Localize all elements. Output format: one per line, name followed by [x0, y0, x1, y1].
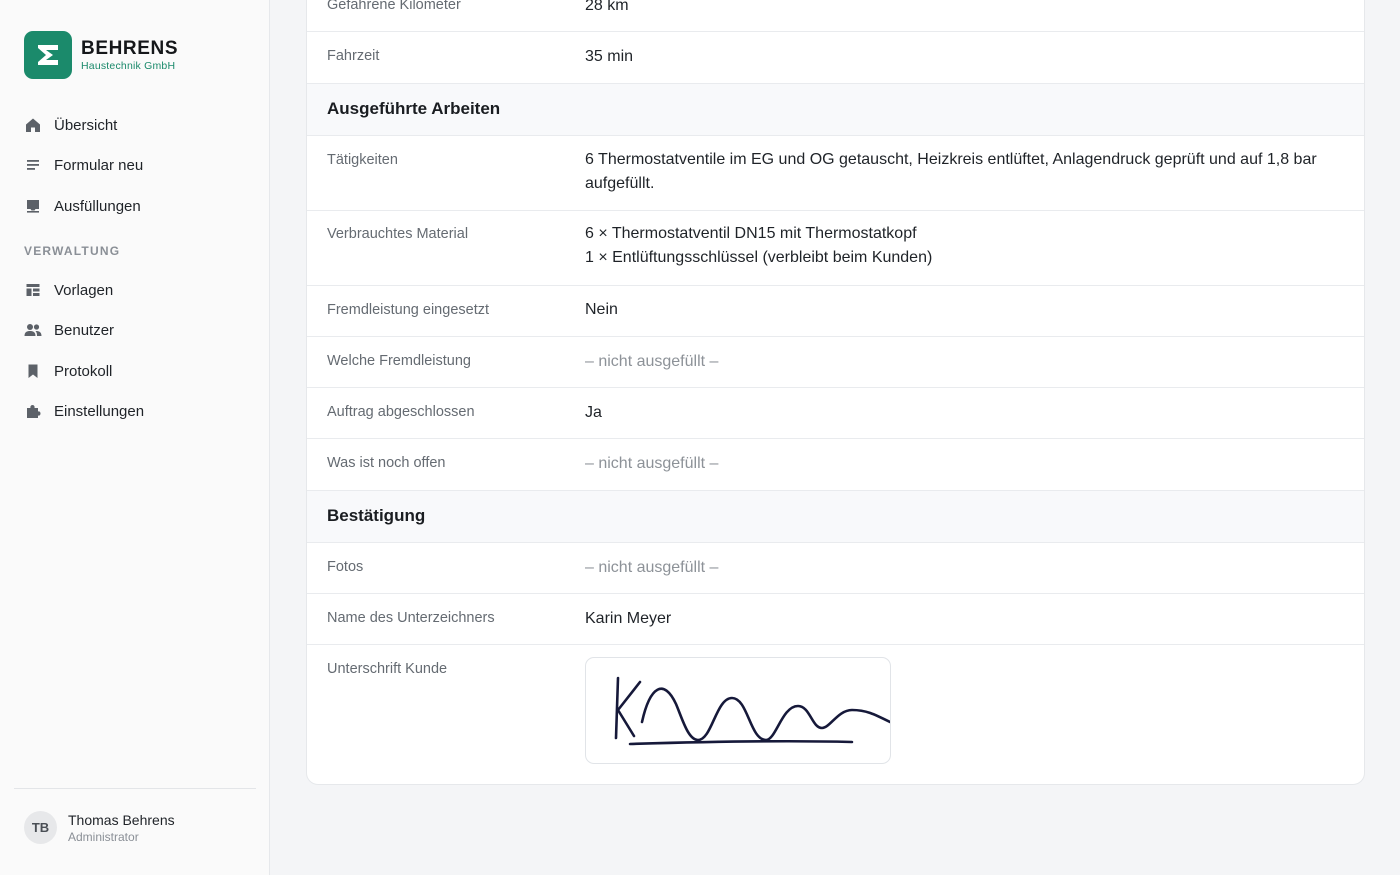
- field-label: Gefahrene Kilometer: [327, 0, 461, 13]
- nav-item-vorlagen[interactable]: Vorlagen: [24, 272, 113, 308]
- detail-row-unterschrift: Unterschrift Kunde: [307, 645, 1364, 784]
- brand-subtitle: Haustechnik GmbH: [81, 59, 176, 72]
- nav-item-label: Protokoll: [54, 362, 113, 380]
- field-label: Name des Unterzeichners: [327, 610, 495, 626]
- field-value: 28 km: [585, 0, 629, 14]
- bookmark-icon: [24, 362, 42, 380]
- field-label: Fremdleistung eingesetzt: [327, 302, 489, 318]
- nav-item-benutzer[interactable]: Benutzer: [24, 312, 114, 348]
- detail-row-welche-fremdleistung: Welche Fremdleistung – nicht ausgefüllt …: [307, 337, 1364, 388]
- field-value-empty: – nicht ausgefüllt –: [585, 559, 719, 576]
- section-header-arbeiten: Ausgeführte Arbeiten: [307, 84, 1364, 136]
- form-lines-icon: [24, 156, 42, 174]
- field-value: Ja: [585, 404, 602, 421]
- user-name: Thomas Behrens: [68, 812, 175, 828]
- section-header-bestaetigung: Bestätigung: [307, 491, 1364, 543]
- puzzle-icon: [24, 402, 42, 420]
- detail-row-abgeschlossen: Auftrag abgeschlossen Ja: [307, 388, 1364, 439]
- field-value: 35 min: [585, 48, 634, 65]
- detail-row-km: Gefahrene Kilometer 28 km: [307, 0, 1364, 32]
- nav-item-einstellungen[interactable]: Einstellungen: [24, 393, 144, 429]
- detail-row-offen: Was ist noch offen – nicht ausgefüllt –: [307, 439, 1364, 491]
- nav-item-uebersicht[interactable]: Übersicht: [24, 107, 117, 143]
- field-label: Verbrauchtes Material: [327, 226, 469, 242]
- brand[interactable]: BEHRENS Haustechnik GmbH: [24, 31, 178, 79]
- nav-section-title: VERWALTUNG: [24, 244, 121, 258]
- avatar[interactable]: TB: [24, 811, 57, 844]
- material-line: 6 × Thermostatventil DN15 mit Thermostat…: [585, 225, 917, 242]
- section-title: Bestätigung: [327, 506, 426, 525]
- nav-item-label: Benutzer: [54, 321, 115, 339]
- field-value-empty: – nicht ausgefüllt –: [585, 353, 719, 370]
- nav-item-label: Vorlagen: [54, 281, 114, 299]
- home-icon: [24, 116, 42, 134]
- nav-item-label: Übersicht: [54, 116, 118, 134]
- user-role: Administrator: [68, 830, 139, 844]
- section-title: Ausgeführte Arbeiten: [327, 99, 501, 118]
- detail-row-fotos: Fotos – nicht ausgefüllt –: [307, 543, 1364, 594]
- field-value: Karin Meyer: [585, 610, 672, 627]
- field-label: Welche Fremdleistung: [327, 353, 471, 369]
- nav-item-formular-neu[interactable]: Formular neu: [24, 147, 143, 183]
- nav-item-protokoll[interactable]: Protokoll: [24, 353, 112, 389]
- field-label: Tätigkeiten: [327, 152, 398, 168]
- field-label: Was ist noch offen: [327, 455, 446, 471]
- signature-image[interactable]: [585, 657, 891, 764]
- nav-item-label: Einstellungen: [54, 402, 145, 420]
- inbox-icon: [24, 197, 42, 215]
- nav-item-label: Formular neu: [54, 156, 144, 174]
- template-icon: [24, 281, 42, 299]
- detail-row-fahrzeit: Fahrzeit 35 min: [307, 32, 1364, 84]
- nav-item-ausfuellungen[interactable]: Ausfüllungen: [24, 188, 141, 224]
- nav-item-label: Ausfüllungen: [54, 197, 141, 215]
- submission-detail-card: Gefahrene Kilometer 28 km Fahrzeit 35 mi…: [306, 0, 1365, 785]
- field-label: Fahrzeit: [327, 48, 380, 64]
- detail-row-unterzeichner: Name des Unterzeichners Karin Meyer: [307, 594, 1364, 645]
- field-label: Fotos: [327, 559, 364, 575]
- material-line: 1 × Entlüftungsschlüssel (verbleibt beim…: [585, 249, 933, 266]
- user-divider: [14, 788, 256, 789]
- brand-name: BEHRENS: [81, 37, 179, 59]
- field-value: 6 × Thermostatventil DN15 mit Thermostat…: [585, 222, 1344, 270]
- users-icon: [24, 321, 42, 339]
- brand-logo-icon: [24, 31, 72, 79]
- detail-row-taetigkeiten: Tätigkeiten 6 Thermostatventile im EG un…: [307, 136, 1364, 211]
- sidebar: BEHRENS Haustechnik GmbH Übersicht Formu…: [0, 0, 270, 875]
- detail-row-fremdleistung: Fremdleistung eingesetzt Nein: [307, 286, 1364, 337]
- detail-row-material: Verbrauchtes Material 6 × Thermostatvent…: [307, 211, 1364, 286]
- field-value-empty: – nicht ausgefüllt –: [585, 455, 719, 472]
- field-label: Auftrag abgeschlossen: [327, 404, 475, 420]
- field-value: 6 Thermostatventile im EG und OG getausc…: [585, 151, 1317, 192]
- field-label: Unterschrift Kunde: [327, 661, 448, 677]
- field-value: Nein: [585, 301, 618, 318]
